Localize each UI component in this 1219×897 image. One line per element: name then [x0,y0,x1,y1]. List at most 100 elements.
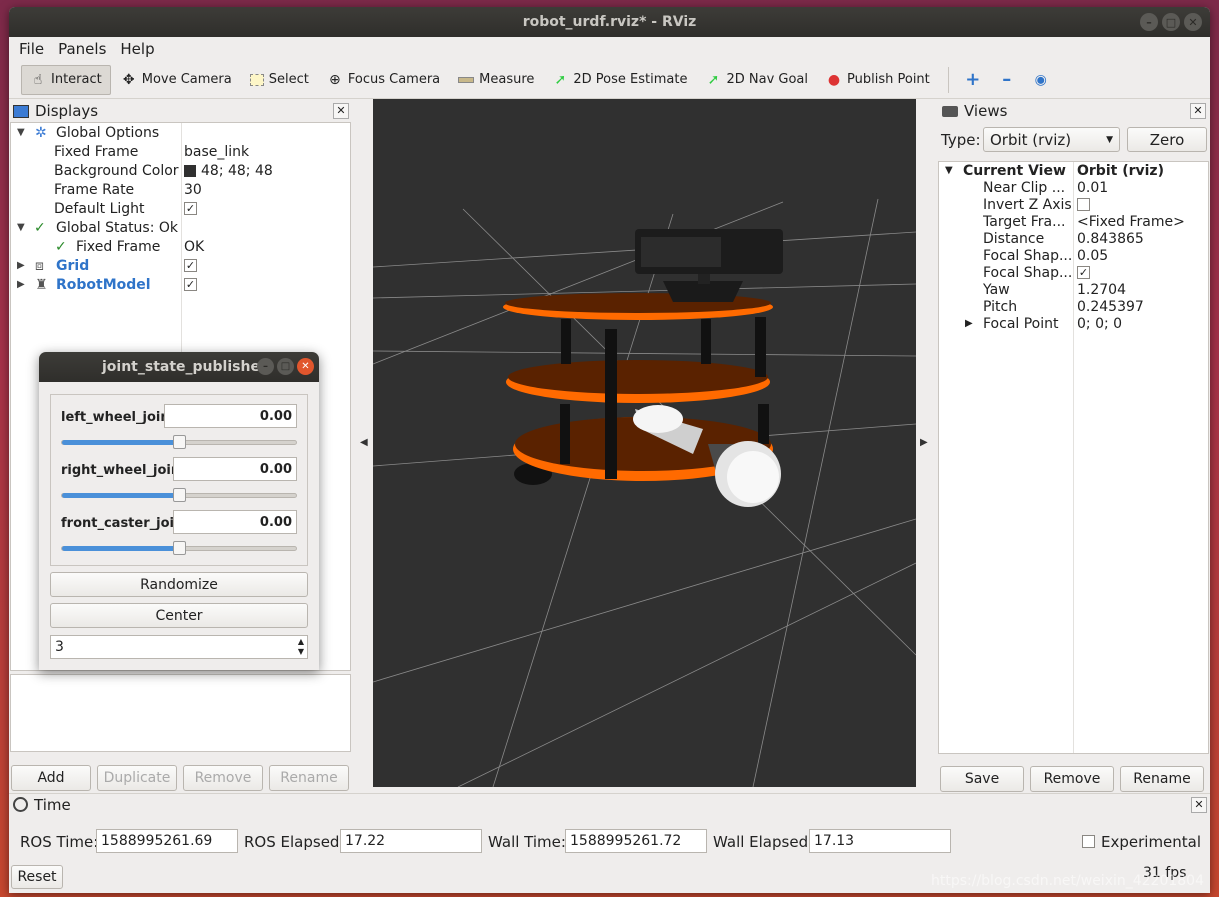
tree-row-global-status[interactable]: ▼ ✓ Global Status: Ok [11,218,350,237]
distance-value[interactable]: 0.843865 [1077,231,1144,247]
joint-slider-front-caster[interactable] [61,541,297,555]
menu-help[interactable]: Help [120,40,154,58]
remove-view-button[interactable]: Remove [1030,766,1114,792]
center-button[interactable]: Center [50,603,308,628]
tool-bar: ☝ Interact ✥ Move Camera Select ⊕ Focus … [9,61,1210,99]
tree-row-invert-z[interactable]: Invert Z Axis [939,196,1208,213]
close-icon[interactable]: ✕ [1190,103,1206,119]
close-icon[interactable]: ✕ [1191,797,1207,813]
rename-view-button[interactable]: Rename [1120,766,1204,792]
pose-estimate-tool[interactable]: ➚ 2D Pose Estimate [544,65,695,95]
tree-row-global-options[interactable]: ▼ ✲ Global Options [11,123,350,142]
maximize-icon[interactable]: □ [1162,13,1180,31]
tree-row-target-frame[interactable]: Target Fra... <Fixed Frame> [939,213,1208,230]
frame-rate-label: Frame Rate [54,181,135,198]
tree-row-near-clip[interactable]: Near Clip ... 0.01 [939,179,1208,196]
rename-display-button[interactable]: Rename [269,765,349,791]
zero-button[interactable]: Zero [1127,127,1207,152]
robot-model-checkbox[interactable]: ✓ [184,278,197,291]
collapse-left-icon[interactable]: ◀ [360,437,368,448]
tree-row-distance[interactable]: Distance 0.843865 [939,230,1208,247]
experimental-checkbox[interactable] [1082,835,1095,848]
remove-display-button[interactable]: Remove [183,765,263,791]
reset-button[interactable]: Reset [11,865,63,889]
joint-value-front-caster[interactable]: 0.00 [173,510,297,534]
focal-shape-size-value[interactable]: 0.05 [1077,248,1108,264]
randomize-button[interactable]: Randomize [50,572,308,597]
select-tool[interactable]: Select [242,65,317,95]
focal-shape-fixed-checkbox[interactable]: ✓ [1077,266,1090,279]
tree-row-yaw[interactable]: Yaw 1.2704 [939,281,1208,298]
wall-time-field[interactable]: 1588995261.72 [565,829,707,853]
target-frame-value[interactable]: <Fixed Frame> [1077,214,1185,230]
near-clip-value[interactable]: 0.01 [1077,180,1108,196]
publish-point-tool[interactable]: ● Publish Point [818,65,938,95]
interact-tool[interactable]: ☝ Interact [21,64,111,95]
minimize-icon[interactable]: – [257,358,274,375]
jsp-title-bar[interactable]: joint_state_publisher – □ ✕ [39,352,319,382]
close-icon[interactable]: ✕ [333,103,349,119]
menu-file[interactable]: File [19,40,44,58]
tree-row-robot-model[interactable]: ▶ ♜ RobotModel ✓ [11,275,350,294]
tree-row-current-view[interactable]: ▼ Current View Orbit (rviz) [939,162,1208,179]
add-tool-button[interactable]: + [957,65,989,95]
collapsed-arrow-icon[interactable]: ▶ [17,260,25,271]
joint-slider-right-wheel[interactable] [61,488,297,502]
frame-rate-value[interactable]: 30 [184,182,202,198]
spin-arrows-icon[interactable]: ▲ ▼ [298,637,304,657]
focal-point-label: Focal Point [983,315,1059,332]
tree-row-background-color[interactable]: Background Color 48; 48; 48 [11,161,350,180]
invert-z-checkbox[interactable] [1077,198,1090,211]
pitch-value[interactable]: 0.245397 [1077,299,1144,315]
move-camera-tool[interactable]: ✥ Move Camera [113,65,240,95]
tree-row-frame-rate[interactable]: Frame Rate 30 [11,180,350,199]
menu-panels[interactable]: Panels [58,40,106,58]
color-swatch[interactable] [184,164,196,177]
ros-time-field[interactable]: 1588995261.69 [96,829,238,853]
collapsed-arrow-icon[interactable]: ▶ [17,279,25,290]
hand-cursor-icon: ☝ [33,71,43,88]
tree-row-pitch[interactable]: Pitch 0.245397 [939,298,1208,315]
expanded-arrow-icon[interactable]: ▼ [17,127,25,138]
view-type-select[interactable]: Orbit (rviz) ▼ [983,127,1120,152]
minimize-icon[interactable]: – [1140,13,1158,31]
grid-checkbox[interactable]: ✓ [184,259,197,272]
ros-elapsed-field[interactable]: 17.22 [340,829,482,853]
default-light-checkbox[interactable]: ✓ [184,202,197,215]
expanded-arrow-icon[interactable]: ▼ [17,222,25,233]
invert-z-label: Invert Z Axis [983,196,1071,213]
joint-value-right-wheel[interactable]: 0.00 [173,457,297,481]
duplicate-display-button[interactable]: Duplicate [97,765,177,791]
jsp-spinbox[interactable]: 3 ▲ ▼ [50,635,308,659]
add-display-button[interactable]: Add [11,765,91,791]
3d-viewport[interactable] [373,99,916,787]
wall-elapsed-field[interactable]: 17.13 [809,829,951,853]
expanded-arrow-icon[interactable]: ▼ [945,165,953,176]
tree-row-focal-shape-fixed[interactable]: Focal Shap... ✓ [939,264,1208,281]
close-icon[interactable]: ✕ [297,358,314,375]
measure-tool[interactable]: Measure [450,65,542,95]
views-tree: ▼ Current View Orbit (rviz) Near Clip ..… [938,161,1209,754]
maximize-icon[interactable]: □ [277,358,294,375]
focal-point-value[interactable]: 0; 0; 0 [1077,316,1122,332]
views-header: Views ✕ [938,100,1209,122]
tree-row-default-light[interactable]: Default Light ✓ [11,199,350,218]
focus-camera-tool[interactable]: ⊕ Focus Camera [319,65,448,95]
close-icon[interactable]: ✕ [1184,13,1202,31]
tool-properties-button[interactable]: ◉ [1025,65,1057,95]
tree-row-focal-point[interactable]: ▶ Focal Point 0; 0; 0 [939,315,1208,332]
tree-row-grid[interactable]: ▶ ⧈ Grid ✓ [11,256,350,275]
collapsed-arrow-icon[interactable]: ▶ [965,318,973,329]
save-view-button[interactable]: Save [940,766,1024,792]
tree-row-focal-shape-size[interactable]: Focal Shap... 0.05 [939,247,1208,264]
tree-row-status-fixed-frame[interactable]: ✓ Fixed Frame OK [11,237,350,256]
collapse-right-icon[interactable]: ▶ [920,437,928,448]
yaw-value[interactable]: 1.2704 [1077,282,1126,298]
fixed-frame-value[interactable]: base_link [184,144,249,160]
joint-value-left-wheel[interactable]: 0.00 [164,404,297,428]
tree-row-fixed-frame[interactable]: Fixed Frame base_link [11,142,350,161]
joint-state-publisher-window: joint_state_publisher – □ ✕ left_wheel_j… [39,352,319,670]
joint-slider-left-wheel[interactable] [61,435,297,449]
nav-goal-tool[interactable]: ➚ 2D Nav Goal [697,65,816,95]
remove-tool-button[interactable]: – [991,65,1023,95]
